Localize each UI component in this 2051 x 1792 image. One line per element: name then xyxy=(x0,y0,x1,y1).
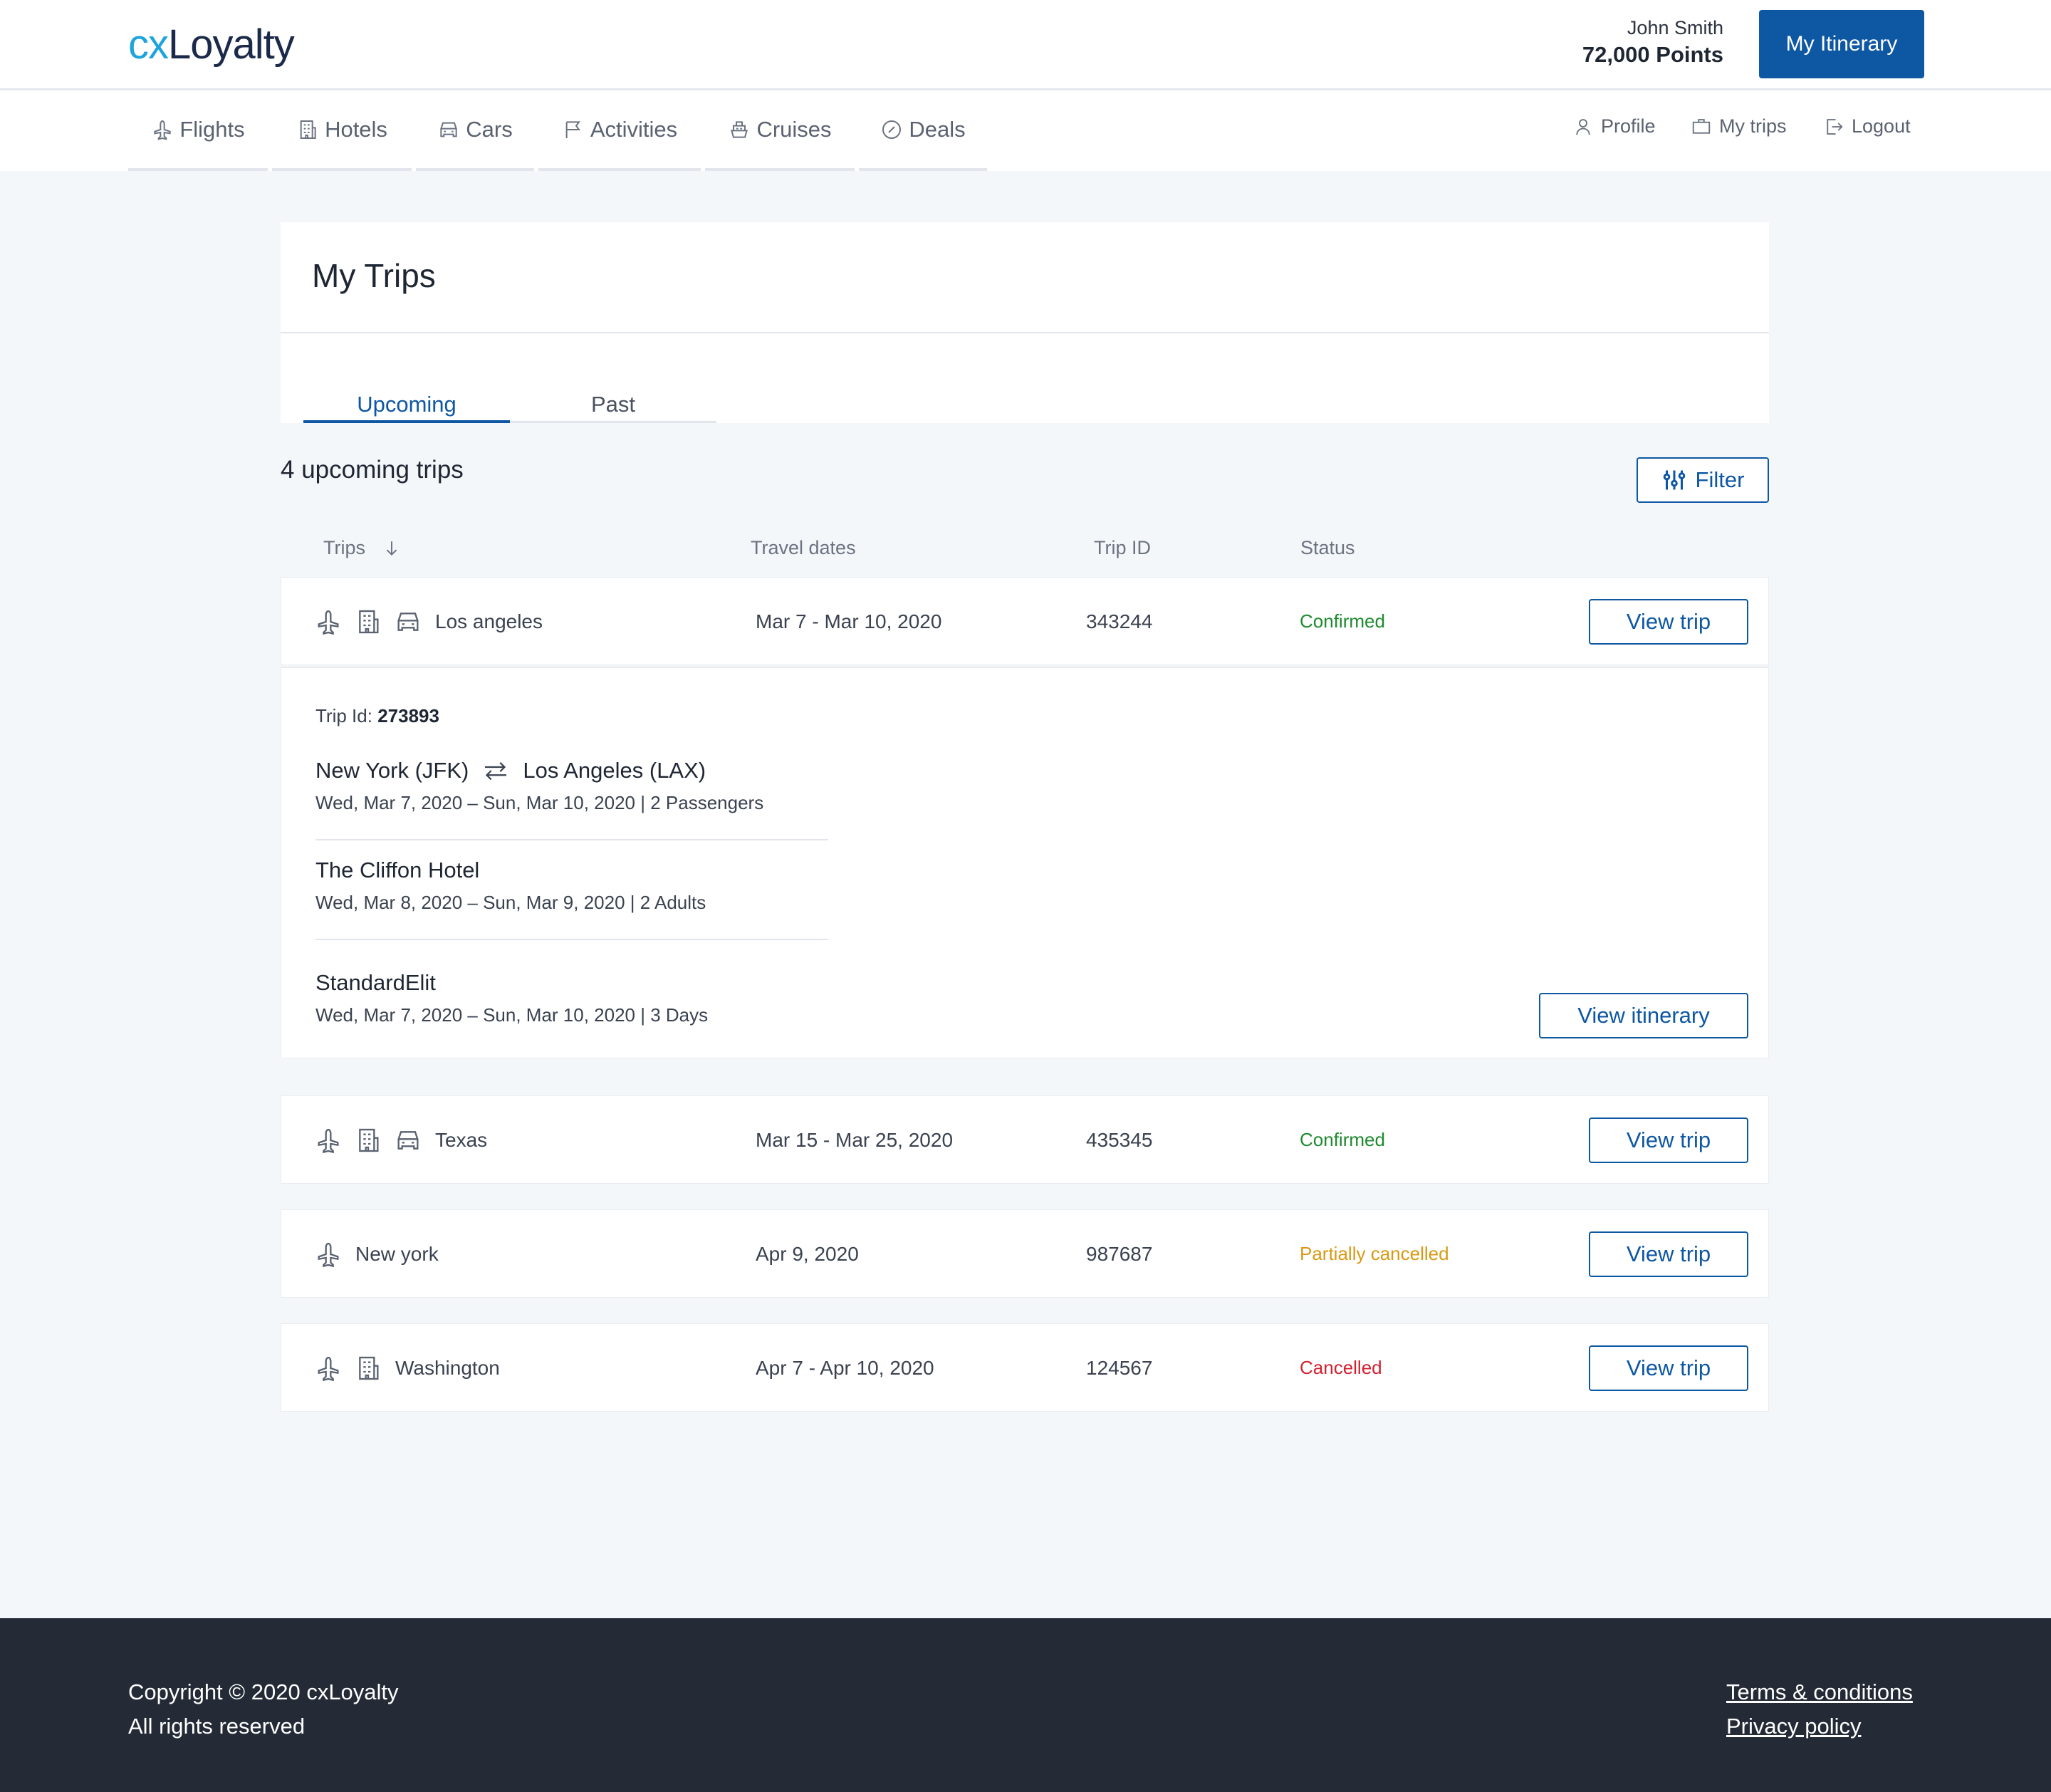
user-points: 72,000 Points xyxy=(1582,42,1723,67)
trip-row: New york Apr 9, 2020 987687 Partially ca… xyxy=(281,1209,1769,1298)
footer-links: Terms & conditions Privacy policy xyxy=(1726,1675,1913,1744)
view-itinerary-button[interactable]: View itinerary xyxy=(1539,993,1748,1038)
trip-count: 4 upcoming trips xyxy=(281,456,464,484)
flag-icon xyxy=(565,121,580,138)
divider xyxy=(315,939,828,940)
top-bar: cxLoyalty John Smith 72,000 Points My It… xyxy=(0,0,2051,90)
nav-flights[interactable]: Flights xyxy=(128,91,268,171)
flight-route: New York (JFK) Los Angeles (LAX) xyxy=(315,758,706,783)
divider xyxy=(315,839,828,840)
tab-past[interactable]: Past xyxy=(510,392,716,423)
trips-card-header: My Trips Upcoming Past xyxy=(281,222,1769,423)
footer-copyright: Copyright © 2020 cxLoyalty All rights re… xyxy=(128,1679,399,1739)
logo[interactable]: cxLoyalty xyxy=(128,20,295,70)
person-icon xyxy=(1576,118,1590,135)
plane-icon xyxy=(318,1356,339,1382)
hotel-name: The Cliffon Hotel xyxy=(315,858,480,882)
logout-icon xyxy=(1827,118,1843,135)
details-trip-id: Trip Id: 273893 xyxy=(315,705,439,726)
main-nav: Flights Hotels Cars Activities Cruises D… xyxy=(0,91,2051,171)
building-icon xyxy=(359,1356,379,1380)
terms-link[interactable]: Terms & conditions xyxy=(1726,1675,1913,1709)
trip-dates: Apr 7 - Apr 10, 2020 xyxy=(756,1357,934,1379)
column-status: Status xyxy=(1300,537,1355,558)
trip-details: Trip Id: 273893 New York (JFK) Los Angel… xyxy=(281,667,1769,1058)
car-icon xyxy=(397,1131,419,1150)
ship-icon xyxy=(731,121,748,138)
arrow-down-icon xyxy=(386,541,397,556)
divider xyxy=(281,332,1769,333)
trip-row: Washington Apr 7 - Apr 10, 2020 124567 C… xyxy=(281,1323,1769,1412)
view-trip-button[interactable]: View trip xyxy=(1589,1231,1748,1277)
view-trip-button[interactable]: View trip xyxy=(1589,1345,1748,1391)
filter-button[interactable]: Filter xyxy=(1637,457,1769,503)
column-travel-dates: Travel dates xyxy=(751,537,856,558)
status-badge: Partially cancelled xyxy=(1300,1243,1449,1264)
trip-city: Los angeles xyxy=(435,610,543,632)
car-icon xyxy=(440,122,457,137)
swap-arrows-icon xyxy=(485,761,507,781)
briefcase-icon xyxy=(1692,118,1711,134)
status-badge: Confirmed xyxy=(1300,610,1385,632)
hotel-info: Wed, Mar 8, 2020 – Sun, Mar 9, 2020 | 2 … xyxy=(315,892,706,913)
trip-id: 435345 xyxy=(1086,1129,1153,1151)
trip-id: 343244 xyxy=(1086,610,1153,632)
nav-profile[interactable]: Profile xyxy=(1572,115,1656,137)
trip-id: 124567 xyxy=(1086,1357,1153,1379)
nav-activities[interactable]: Activities xyxy=(538,91,701,171)
nav-my-trips[interactable]: My trips xyxy=(1691,115,1787,137)
trip-city: Texas xyxy=(435,1129,488,1151)
plane-icon xyxy=(318,1128,339,1154)
plane-icon xyxy=(318,610,339,635)
user-name: John Smith xyxy=(1627,17,1723,38)
plane-icon xyxy=(318,1242,339,1268)
view-trip-button[interactable]: View trip xyxy=(1589,599,1748,645)
page-title: My Trips xyxy=(312,257,436,294)
car-name: StandardElit xyxy=(315,970,436,995)
trip-row: Los angeles Mar 7 - Mar 10, 2020 343244 … xyxy=(281,577,1769,665)
flight-info: Wed, Mar 7, 2020 – Sun, Mar 10, 2020 | 2… xyxy=(315,792,764,813)
privacy-link[interactable]: Privacy policy xyxy=(1726,1709,1913,1744)
status-badge: Confirmed xyxy=(1300,1129,1385,1150)
badge-percent-icon xyxy=(882,120,902,139)
user-info: John Smith 72,000 Points xyxy=(1582,16,1723,70)
nav-logout[interactable]: Logout xyxy=(1823,115,1911,137)
nav-cruises[interactable]: Cruises xyxy=(705,91,855,171)
car-icon xyxy=(397,613,419,631)
footer: Copyright © 2020 cxLoyalty All rights re… xyxy=(0,1618,2051,1792)
trip-city: Washington xyxy=(395,1357,500,1379)
building-icon xyxy=(300,120,316,139)
nav-hotels[interactable]: Hotels xyxy=(272,91,412,171)
building-icon xyxy=(359,1128,379,1152)
car-info: Wed, Mar 7, 2020 – Sun, Mar 10, 2020 | 3… xyxy=(315,1004,709,1026)
building-icon xyxy=(359,610,379,634)
my-itinerary-button[interactable]: My Itinerary xyxy=(1759,10,1924,78)
column-trips[interactable]: Trips xyxy=(323,537,401,559)
trip-dates: Mar 7 - Mar 10, 2020 xyxy=(756,610,942,632)
plane-icon xyxy=(154,120,172,140)
status-badge: Cancelled xyxy=(1300,1357,1382,1378)
trip-row: Texas Mar 15 - Mar 25, 2020 435345 Confi… xyxy=(281,1095,1769,1184)
tab-upcoming[interactable]: Upcoming xyxy=(303,392,510,423)
nav-cars[interactable]: Cars xyxy=(416,91,534,171)
sliders-icon xyxy=(1663,470,1685,490)
nav-deals[interactable]: Deals xyxy=(859,91,987,171)
trip-id: 987687 xyxy=(1086,1243,1153,1265)
view-trip-button[interactable]: View trip xyxy=(1589,1118,1748,1163)
column-trip-id: Trip ID xyxy=(1094,537,1151,558)
trip-dates: Apr 9, 2020 xyxy=(756,1243,859,1265)
trip-city: New york xyxy=(355,1243,439,1265)
trip-dates: Mar 15 - Mar 25, 2020 xyxy=(756,1129,954,1151)
